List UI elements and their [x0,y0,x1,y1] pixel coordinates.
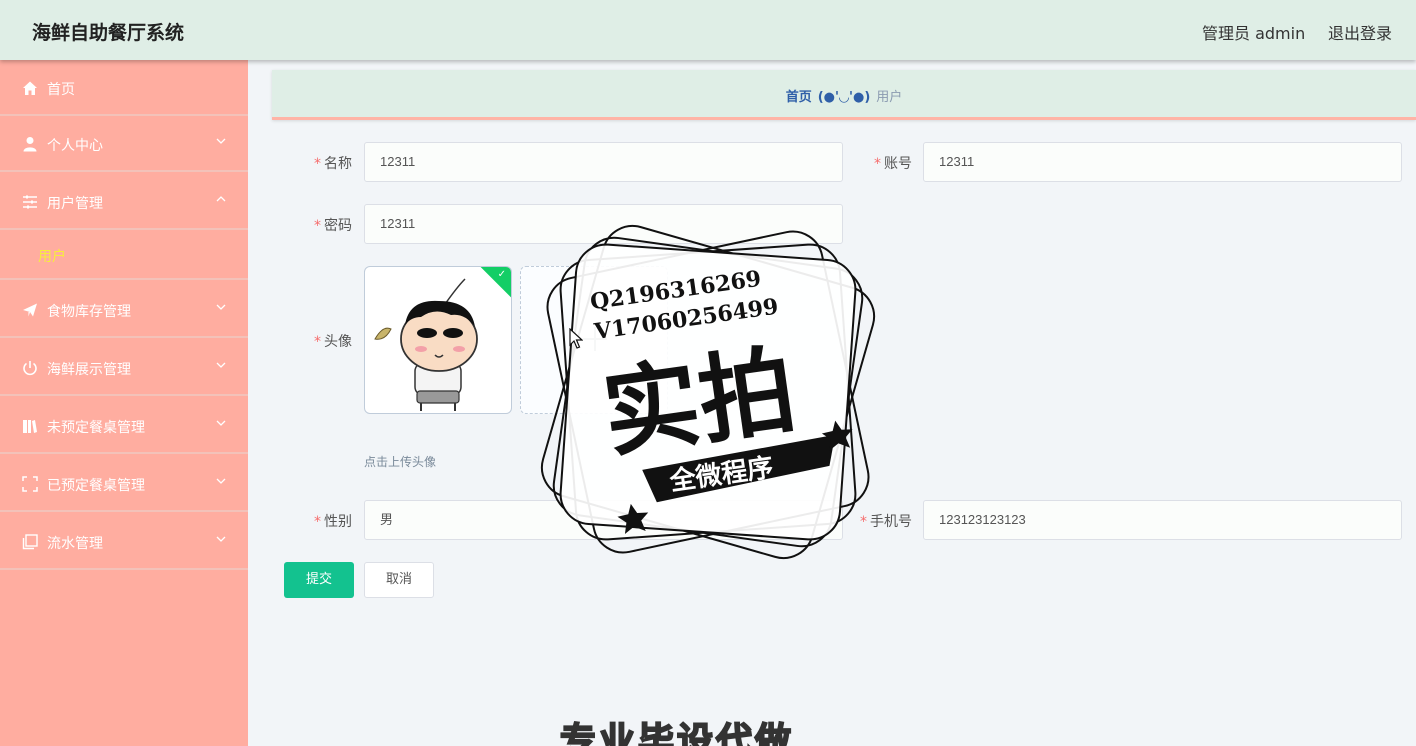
required-mark: * [314,514,321,530]
chevron-down-icon [216,536,226,542]
book-icon [23,420,37,433]
password-input[interactable]: 12311 [364,204,843,244]
required-mark: * [874,156,881,172]
power-icon [23,361,37,376]
gender-label-text: 性别 [324,514,352,530]
sidebar-item-label: 流水管理 [47,536,103,552]
chevron-down-icon [216,478,226,484]
gender-select[interactable]: 男 [364,500,843,540]
avatar-upload-tip: 点击上传头像 [364,455,437,469]
name-label: * 名称 [272,153,352,173]
sidebar-subitem-label: 用户 [38,249,66,265]
sidebar-item-label: 海鲜展示管理 [47,362,131,378]
sidebar-item-booked-tables[interactable]: 已预定餐桌管理 [0,456,248,512]
account-input[interactable]: 12311 [923,142,1402,182]
chevron-down-icon [216,420,226,426]
sidebar-item-unbooked-tables[interactable]: 未预定餐桌管理 [0,398,248,454]
fullscreen-icon [22,476,38,492]
avatar-image [374,278,478,411]
sidebar-item-label: 食物库存管理 [47,304,131,320]
logout-link[interactable]: 退出登录 [1328,20,1392,44]
breadcrumb-current: 用户 [876,90,903,105]
name-input[interactable]: 12311 [364,142,843,182]
breadcrumb: 首页 (●'◡'●) 用户 [272,70,1416,120]
sliders-icon [23,195,37,209]
phone-label: * 手机号 [832,511,912,531]
avatar-preview[interactable]: ✓ [364,266,512,414]
watermark-bottom-text: 专业毕设代做 [559,720,795,746]
name-label-text: 名称 [324,156,352,172]
user-icon [23,137,37,152]
top-header: 海鲜自助餐厅系统 管理员 admin 退出登录 [0,0,1416,60]
chevron-down-icon [216,362,226,368]
cancel-button[interactable]: 取消 [364,562,434,598]
home-icon [23,81,37,95]
phone-label-text: 手机号 [870,514,912,530]
chevron-down-icon [216,138,226,144]
breadcrumb-separator: (●'◡'●) [817,90,871,105]
mouse-cursor-icon [569,328,583,349]
avatar-label-text: 头像 [324,334,352,350]
send-icon [23,303,37,317]
chevron-down-icon [216,304,226,310]
sidebar-item-label: 未预定餐桌管理 [47,420,145,436]
plus-icon [583,327,607,351]
sidebar-item-home[interactable]: 首页 [0,60,248,116]
password-label-text: 密码 [324,218,352,234]
chevron-up-icon [216,196,226,202]
avatar-upload-button[interactable] [520,266,668,414]
admin-label: 管理员 admin [1202,24,1306,43]
sidebar-item-label: 首页 [47,82,75,98]
password-label: * 密码 [272,215,352,235]
sidebar-item-label: 用户管理 [47,196,103,212]
sidebar-item-transactions[interactable]: 流水管理 [0,514,248,570]
copy-icon [22,534,38,550]
required-mark: * [314,218,321,234]
required-mark: * [314,156,321,172]
account-label-text: 账号 [884,156,912,172]
sidebar-item-label: 个人中心 [47,138,103,154]
app-title: 海鲜自助餐厅系统 [32,22,185,44]
sidebar-item-user-management[interactable]: 用户管理 [0,174,248,230]
avatar-label: * 头像 [272,331,352,351]
sidebar: 首页 个人中心 用户管理 用户 食物库存管理 海鲜展示管理 未预定餐桌管理 已预… [0,60,248,746]
watermark-banner: 全微程序 [667,452,775,497]
gender-label: * 性别 [272,511,352,531]
submit-button[interactable]: 提交 [284,562,354,598]
sidebar-subitem-users[interactable]: 用户 [0,230,248,280]
sidebar-item-food-inventory[interactable]: 食物库存管理 [0,282,248,338]
sidebar-item-seafood-display[interactable]: 海鲜展示管理 [0,340,248,396]
sidebar-item-label: 已预定餐桌管理 [47,478,145,494]
breadcrumb-home[interactable]: 首页 [786,90,812,105]
check-icon: ✓ [497,269,506,280]
account-label: * 账号 [832,153,912,173]
required-mark: * [314,334,321,350]
phone-input[interactable]: 123123123123 [923,500,1402,540]
sidebar-item-profile[interactable]: 个人中心 [0,116,248,172]
required-mark: * [860,514,867,530]
